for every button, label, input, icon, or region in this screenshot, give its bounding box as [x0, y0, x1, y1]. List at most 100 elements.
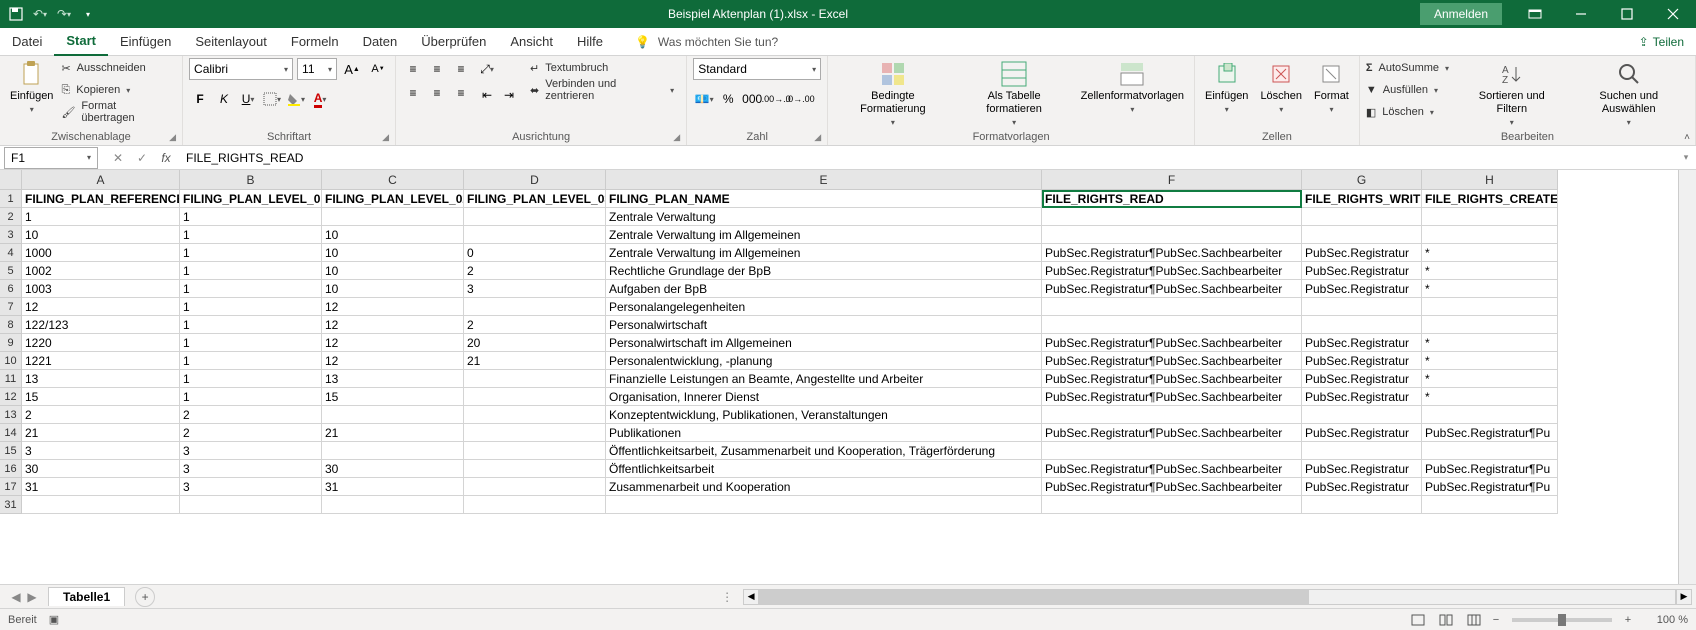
cell[interactable]: Publikationen: [606, 424, 1042, 442]
cell[interactable]: [1302, 406, 1422, 424]
copy-button[interactable]: ⎘Kopieren▾: [61, 80, 176, 100]
row-header[interactable]: 13: [0, 406, 22, 424]
cell[interactable]: PubSec.Registratur: [1302, 424, 1422, 442]
cell[interactable]: PubSec.Registratur¶PubSec.Sachbearbeiter: [1042, 334, 1302, 352]
cell[interactable]: 15: [322, 388, 464, 406]
cell[interactable]: Personalentwicklung, -planung: [606, 352, 1042, 370]
cell[interactable]: [464, 478, 606, 496]
row-header[interactable]: 2: [0, 208, 22, 226]
cell[interactable]: [1302, 442, 1422, 460]
wrap-text-button[interactable]: ↵Textumbruch: [530, 58, 680, 78]
zoom-slider[interactable]: [1512, 618, 1612, 622]
tab-daten[interactable]: Daten: [351, 28, 410, 56]
cell[interactable]: 1: [180, 244, 322, 262]
cell[interactable]: FILING_PLAN_REFERENCE: [22, 190, 180, 208]
tab-formeln[interactable]: Formeln: [279, 28, 351, 56]
cell[interactable]: 31: [322, 478, 464, 496]
row-header[interactable]: 15: [0, 442, 22, 460]
cell[interactable]: 2: [22, 406, 180, 424]
cell[interactable]: 15: [22, 388, 180, 406]
cell[interactable]: FILING_PLAN_LEVEL_02: [322, 190, 464, 208]
cell[interactable]: [464, 208, 606, 226]
maximize-icon[interactable]: [1604, 0, 1650, 28]
column-header[interactable]: F: [1042, 170, 1302, 190]
paste-button[interactable]: Einfügen ▾: [6, 58, 57, 116]
row-header[interactable]: 10: [0, 352, 22, 370]
cut-button[interactable]: ✂Ausschneiden: [61, 58, 176, 78]
cell[interactable]: PubSec.Registratur¶PubSec.Sachbearbeiter: [1042, 262, 1302, 280]
select-all-corner[interactable]: [0, 170, 22, 190]
row-header[interactable]: 17: [0, 478, 22, 496]
cell[interactable]: 12: [322, 316, 464, 334]
number-launcher-icon[interactable]: ◢: [814, 132, 821, 143]
decrease-decimal-icon[interactable]: .0→.00: [789, 88, 811, 110]
increase-indent-icon[interactable]: ⇥: [498, 84, 520, 106]
cell[interactable]: 122/123: [22, 316, 180, 334]
normal-view-icon[interactable]: [1406, 611, 1430, 629]
cell[interactable]: FILING_PLAN_LEVEL_03: [464, 190, 606, 208]
row-header[interactable]: 6: [0, 280, 22, 298]
format-cells-button[interactable]: Format▾: [1310, 58, 1353, 116]
cell[interactable]: PubSec.Registratur¶PubSec.Sachbearbeiter: [1042, 388, 1302, 406]
cell[interactable]: [322, 208, 464, 226]
tab-überprüfen[interactable]: Überprüfen: [409, 28, 498, 56]
fill-button[interactable]: ▼Ausfüllen▾: [1366, 80, 1455, 100]
find-select-button[interactable]: Suchen und Auswählen▾: [1569, 58, 1689, 129]
align-middle-icon[interactable]: ≡: [426, 58, 448, 80]
increase-font-icon[interactable]: A▲: [341, 58, 363, 80]
spreadsheet-grid[interactable]: ABCDEFGH1FILING_PLAN_REFERENCEFILING_PLA…: [0, 170, 1696, 584]
sheet-tab-active[interactable]: Tabelle1: [48, 587, 125, 606]
scroll-right-icon[interactable]: ▶: [1676, 589, 1692, 605]
clipboard-launcher-icon[interactable]: ◢: [169, 132, 176, 143]
cell[interactable]: 1: [180, 226, 322, 244]
cell[interactable]: [464, 388, 606, 406]
tab-hilfe[interactable]: Hilfe: [565, 28, 615, 56]
cell[interactable]: Organisation, Innerer Dienst: [606, 388, 1042, 406]
cell[interactable]: 1003: [22, 280, 180, 298]
align-left-icon[interactable]: ≡: [402, 82, 424, 104]
cell[interactable]: 21: [322, 424, 464, 442]
cell[interactable]: Öffentlichkeitsarbeit: [606, 460, 1042, 478]
column-header[interactable]: H: [1422, 170, 1558, 190]
cell[interactable]: PubSec.Registratur: [1302, 478, 1422, 496]
row-header[interactable]: 12: [0, 388, 22, 406]
zoom-in-icon[interactable]: +: [1622, 614, 1634, 626]
cell[interactable]: 1000: [22, 244, 180, 262]
cell[interactable]: 30: [322, 460, 464, 478]
cell[interactable]: 3: [22, 442, 180, 460]
cell[interactable]: [1422, 496, 1558, 514]
cell[interactable]: [1042, 442, 1302, 460]
font-size-select[interactable]: 11▾: [297, 58, 337, 80]
cell[interactable]: 1: [180, 316, 322, 334]
cell[interactable]: PubSec.Registratur: [1302, 280, 1422, 298]
cell[interactable]: [1302, 208, 1422, 226]
cell[interactable]: [464, 370, 606, 388]
cell[interactable]: Zentrale Verwaltung im Allgemeinen: [606, 226, 1042, 244]
cell[interactable]: [464, 442, 606, 460]
cell[interactable]: 1: [180, 352, 322, 370]
cell[interactable]: 0: [464, 244, 606, 262]
autosum-button[interactable]: ΣAutoSumme▾: [1366, 58, 1455, 78]
cell[interactable]: 10: [22, 226, 180, 244]
number-format-select[interactable]: Standard▾: [693, 58, 821, 80]
cell[interactable]: PubSec.Registratur¶PubSec.Sachbearbeiter: [1042, 352, 1302, 370]
zoom-level[interactable]: 100 %: [1638, 614, 1688, 626]
format-as-table-button[interactable]: Als Tabelle formatieren▾: [956, 58, 1073, 129]
cell[interactable]: FILING_PLAN_LEVEL_01: [180, 190, 322, 208]
cell[interactable]: [464, 460, 606, 478]
signin-button[interactable]: Anmelden: [1420, 3, 1502, 25]
borders-button[interactable]: ▾: [261, 88, 283, 110]
scroll-left-icon[interactable]: ◀: [743, 589, 759, 605]
thousands-format-icon[interactable]: 000: [741, 88, 763, 110]
cell[interactable]: 3: [180, 478, 322, 496]
tell-me[interactable]: 💡 Was möchten Sie tun?: [615, 35, 778, 49]
tab-datei[interactable]: Datei: [0, 28, 54, 56]
cell[interactable]: FILE_RIGHTS_READ: [1042, 190, 1302, 208]
bold-button[interactable]: F: [189, 88, 211, 110]
cell[interactable]: *: [1422, 334, 1558, 352]
cell[interactable]: [464, 226, 606, 244]
cell[interactable]: 10: [322, 244, 464, 262]
cell[interactable]: 12: [22, 298, 180, 316]
qat-customize-icon[interactable]: ▾: [80, 6, 96, 22]
cell[interactable]: FILING_PLAN_NAME: [606, 190, 1042, 208]
